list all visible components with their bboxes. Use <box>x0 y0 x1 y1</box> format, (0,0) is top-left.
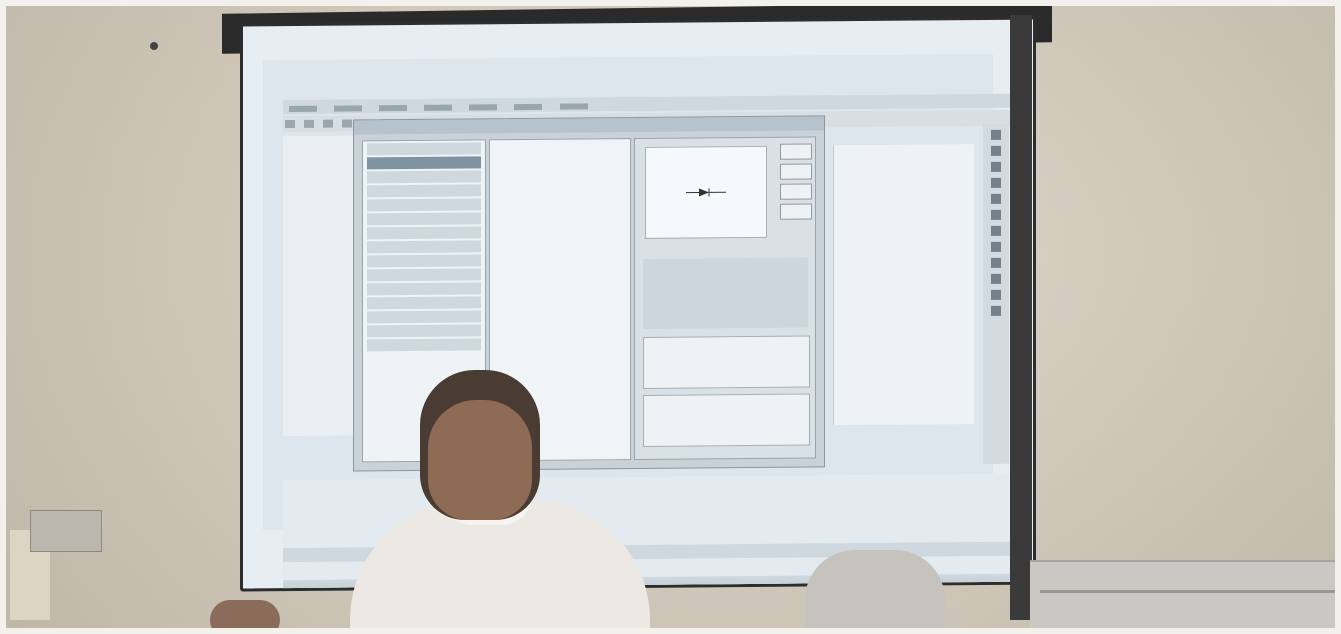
toolbar-icon <box>342 119 353 128</box>
tool-icon <box>991 193 1001 204</box>
menu-item <box>334 105 363 112</box>
list-item <box>367 254 481 268</box>
list-item <box>367 142 481 156</box>
tool-icon <box>991 241 1001 252</box>
list-item <box>367 282 481 296</box>
cabinet <box>1030 560 1341 634</box>
tool-icon <box>991 257 1001 268</box>
menu-item <box>469 104 498 111</box>
tool-icon <box>991 209 1001 220</box>
tool-icon <box>991 273 1001 284</box>
workspace-grid <box>833 144 974 426</box>
tool-icon <box>991 145 1001 156</box>
dialog-button <box>780 143 812 160</box>
classroom-scene <box>0 0 1341 634</box>
presenter-face <box>428 400 532 520</box>
list-item <box>367 240 481 254</box>
dialog-button <box>780 163 812 180</box>
menu-item <box>289 105 317 113</box>
presenter-hand <box>210 600 280 634</box>
tool-icon <box>991 225 1001 236</box>
parameter-box <box>643 335 810 389</box>
list-item <box>367 296 481 310</box>
wall-mark <box>150 42 158 50</box>
list-item-selected <box>367 156 481 170</box>
presenter <box>350 360 650 634</box>
dialog-button <box>780 183 812 200</box>
list-item <box>367 324 481 338</box>
list-item <box>367 170 481 184</box>
wall-switch <box>30 510 102 552</box>
list-item <box>367 268 481 282</box>
cabinet-edge <box>1040 590 1340 593</box>
parameter-box <box>643 393 810 447</box>
component-preview <box>645 145 767 239</box>
list-item <box>367 338 481 352</box>
menu-item <box>379 105 408 112</box>
dialog-buttons <box>780 143 812 233</box>
projector-screen-side <box>1010 15 1032 620</box>
list-item <box>367 184 481 198</box>
chair <box>805 550 945 634</box>
list-item <box>367 198 481 212</box>
tool-icon <box>991 177 1001 188</box>
toolbar-icon <box>285 119 295 129</box>
description-panel <box>643 257 808 329</box>
tool-icon <box>991 289 1001 300</box>
list-item <box>367 226 481 240</box>
toolbar-icon <box>323 119 334 128</box>
list-item <box>367 212 481 226</box>
preview-panel <box>634 136 816 461</box>
dialog-title-bar <box>354 116 824 135</box>
list-item <box>367 310 481 324</box>
tool-icon <box>991 161 1001 172</box>
right-toolbar <box>983 123 1009 464</box>
tool-icon <box>991 129 1001 140</box>
menu-item <box>559 103 588 110</box>
left-panel <box>283 135 353 437</box>
menu-item <box>514 103 543 111</box>
tool-icon <box>991 305 1001 316</box>
diode-symbol-icon <box>686 188 726 197</box>
dialog-button <box>780 203 812 220</box>
toolbar-icon <box>304 119 315 128</box>
menu-item <box>424 104 453 111</box>
